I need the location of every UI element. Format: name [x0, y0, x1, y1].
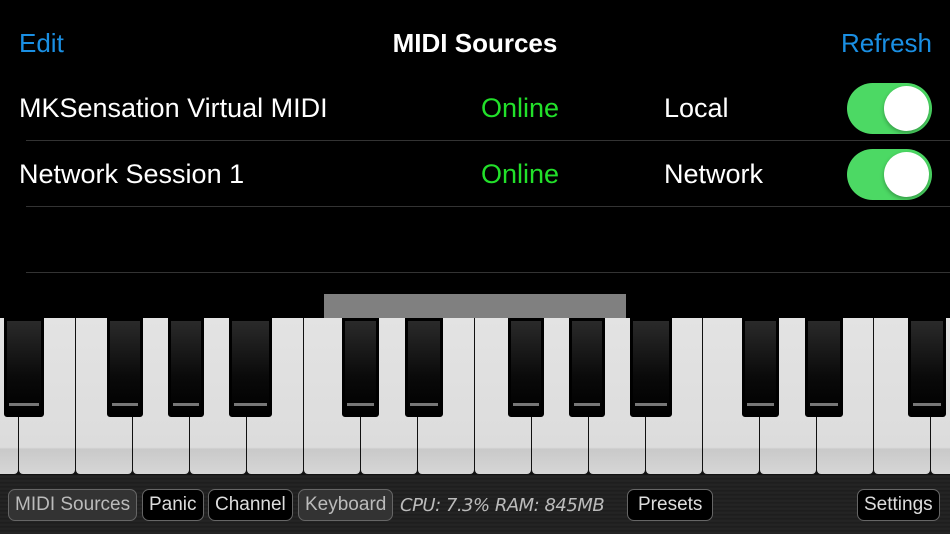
toggle-knob	[884, 86, 929, 131]
midi-source-row: MKSensation Virtual MIDI Online Local	[0, 75, 950, 141]
piano-keyboard[interactable]	[0, 318, 950, 475]
black-key[interactable]	[508, 318, 544, 417]
midi-sources-button[interactable]: MIDI Sources	[8, 489, 138, 521]
black-key[interactable]	[569, 318, 605, 417]
black-key[interactable]	[805, 318, 843, 417]
source-name: MKSensation Virtual MIDI	[19, 93, 328, 123]
presets-button[interactable]: Presets	[627, 489, 714, 521]
black-key[interactable]	[405, 318, 443, 417]
keyboard-scroll-handle[interactable]	[324, 294, 626, 318]
black-key[interactable]	[168, 318, 204, 417]
panic-button[interactable]: Panic	[142, 489, 204, 521]
bottom-toolbar: MIDI Sources Panic Channel Keyboard CPU:…	[0, 475, 950, 534]
black-key[interactable]	[342, 318, 379, 417]
black-key[interactable]	[107, 318, 143, 417]
black-key[interactable]	[4, 318, 44, 417]
source-type: Local	[664, 93, 729, 123]
page-title: MIDI Sources	[392, 28, 558, 58]
refresh-button[interactable]: Refresh	[841, 28, 932, 59]
edit-button[interactable]: Edit	[19, 28, 64, 59]
black-key[interactable]	[229, 318, 272, 417]
midi-source-row: Network Session 1 Online Network	[0, 141, 950, 207]
channel-button[interactable]: Channel	[208, 489, 293, 521]
source-name: Network Session 1	[19, 159, 245, 189]
black-key[interactable]	[908, 318, 946, 417]
black-key[interactable]	[742, 318, 779, 417]
source-enable-toggle[interactable]	[847, 149, 932, 200]
source-type: Network	[664, 159, 764, 189]
settings-button[interactable]: Settings	[857, 489, 940, 521]
divider	[26, 206, 950, 207]
performance-stats: CPU: 7.3% RAM: 845MB	[400, 495, 605, 516]
black-key[interactable]	[630, 318, 672, 417]
divider	[26, 272, 950, 273]
source-enable-toggle[interactable]	[847, 83, 932, 134]
source-status: Online	[481, 159, 560, 189]
keyboard-button[interactable]: Keyboard	[298, 489, 394, 521]
source-status: Online	[481, 93, 560, 123]
toggle-knob	[884, 152, 929, 197]
